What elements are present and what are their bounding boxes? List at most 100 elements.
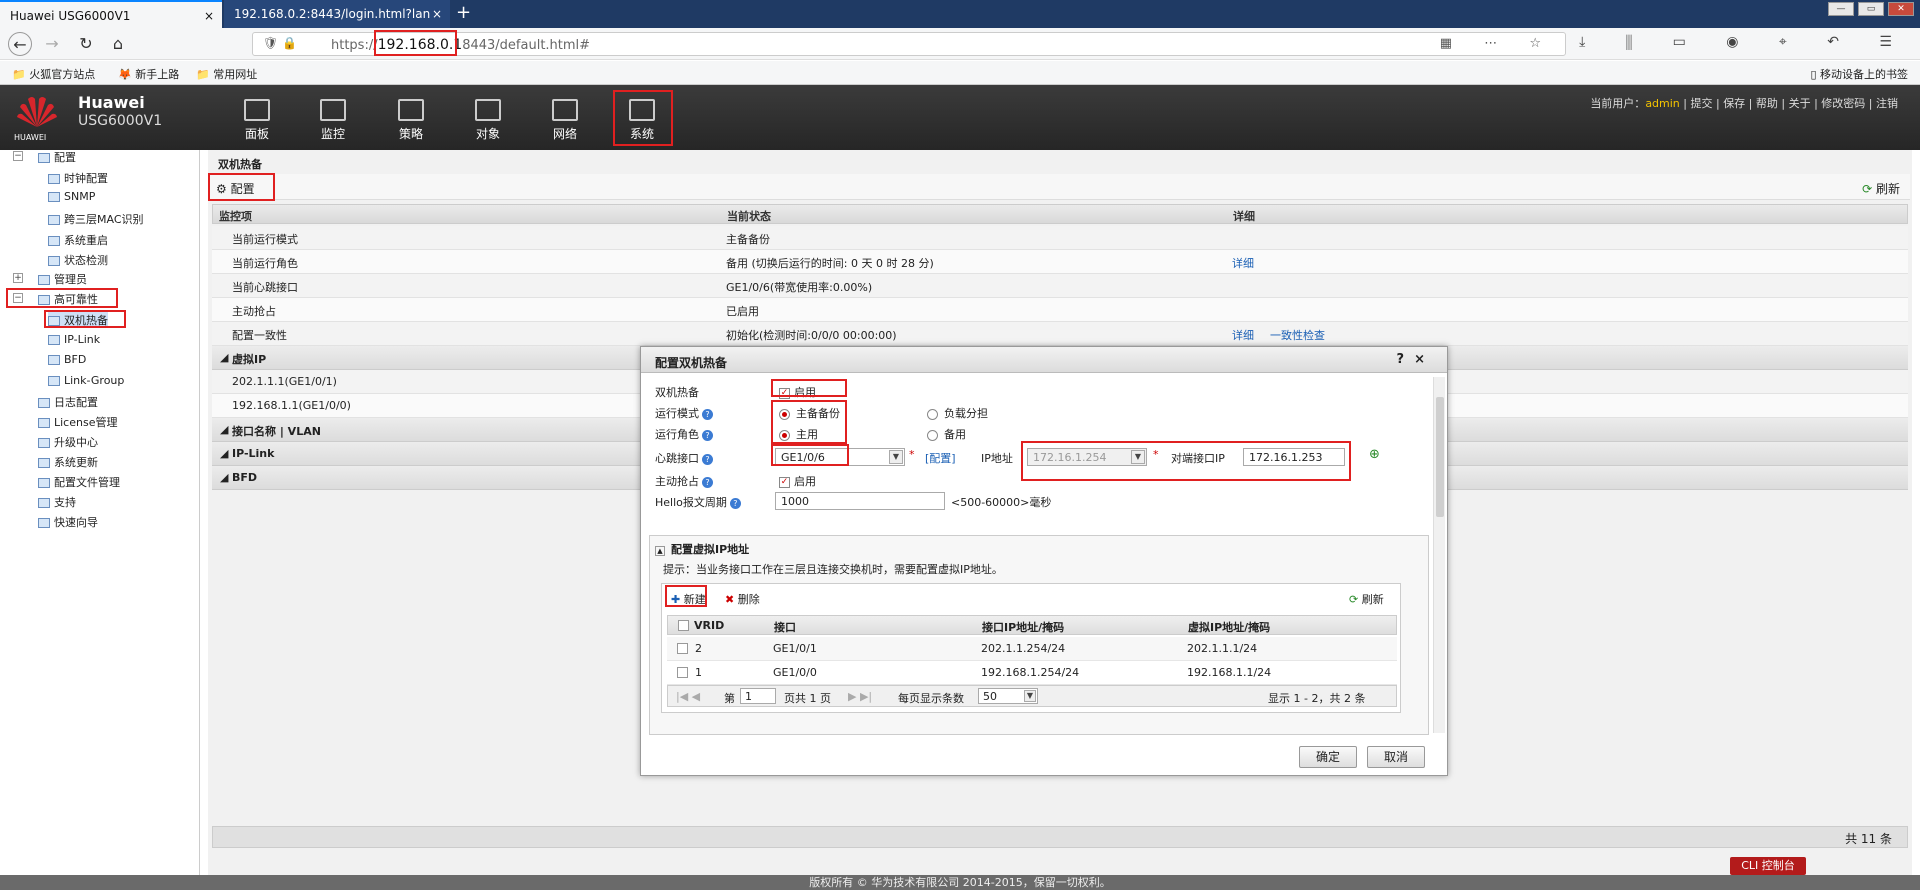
add-icon[interactable]: ⊕ [1369,447,1380,462]
menu-highlight [613,90,673,146]
detail-link[interactable]: 详细 [1232,255,1254,271]
delete-button[interactable]: ✖ 删除 [725,591,760,607]
mode-load-balance-radio[interactable]: 负载分担 [927,405,988,421]
grid-refresh-button[interactable]: ⟳ 刷新 [1349,591,1384,607]
copyright: 版权所有 © 华为技术有限公司 2014-2015，保留一切权利。 [0,875,1920,890]
first-page-icon[interactable]: |◀ ◀ [676,690,700,703]
mobile-bookmarks[interactable]: ▯ 移动设备上的书签 [1810,66,1908,82]
logout-link[interactable]: 注销 [1876,97,1898,110]
row-checkbox[interactable] [677,667,688,678]
ip-highlight [1021,441,1351,481]
hello-input[interactable]: 1000 [775,492,945,510]
cli-console-button[interactable]: CLI 控制台 [1730,857,1806,875]
sidebar-item-bfd[interactable]: BFD [48,353,86,366]
dialog-title: 配置双机热备 ?× [641,347,1447,373]
page-title: 双机热备 [218,158,262,171]
minimize-icon[interactable]: — [1828,2,1854,16]
tab-login[interactable]: 192.168.0.2:8443/login.html?lan × [224,0,450,28]
tab-title: Huawei USG6000V1 [10,9,131,23]
refresh-button[interactable]: ⟳ 刷新 [1862,180,1900,197]
menu-policy[interactable]: 策略 [381,99,441,142]
sidebar-item-wizard[interactable]: 快速向导 [38,514,98,530]
menu-object[interactable]: 对象 [458,99,518,142]
bookmark-item[interactable]: 📁 火狐官方站点 [12,66,95,82]
menu-monitor[interactable]: 监控 [303,99,363,142]
object-icon [475,99,501,121]
grid-header: VRID 接口 接口IP地址/掩码 虚拟IP地址/掩码 [667,615,1397,635]
bookmark-item[interactable]: 🦊 新手上路 [118,66,179,82]
forward-icon[interactable]: → [40,32,64,56]
sidebar-item-iplink[interactable]: IP-Link [48,333,100,346]
new-tab-button[interactable]: + [456,0,471,26]
app-header: HUAWEI Huawei USG6000V1 面板 监控 策略 对象 网络 系… [0,85,1920,150]
close-tab-icon[interactable]: × [432,0,442,28]
close-tab-icon[interactable]: × [204,2,214,28]
maximize-icon[interactable]: ▭ [1858,2,1884,16]
home-icon[interactable]: ⌂ [106,32,130,56]
help-icon[interactable]: ? [1397,352,1415,367]
help-icon: ? [729,497,741,509]
collapse-icon[interactable]: − [13,151,23,161]
save-link[interactable]: 保存 [1723,97,1745,110]
mode-role-highlight [771,400,847,444]
sidebar-item-update[interactable]: 系统更新 [38,454,98,470]
role-standby-radio[interactable]: 备用 [927,426,966,442]
sidebar-item-clock[interactable]: 时钟配置 [48,170,108,186]
sidebar-item-linkgroup[interactable]: Link-Group [48,374,124,387]
submit-link[interactable]: 提交 [1690,97,1712,110]
heartbeat-highlight [771,444,849,466]
help-icon: ? [702,476,713,488]
sidebar-item-upgrade[interactable]: 升级中心 [38,434,98,450]
back-icon[interactable]: ← [8,32,32,56]
url-actions[interactable]: ▦ ⋯ ☆ [1440,36,1555,51]
detail-link[interactable]: 详细 [1232,327,1254,343]
ok-button[interactable]: 确定 [1299,746,1357,768]
table-row[interactable]: 2 GE1/0/1 202.1.1.254/24 202.1.1.1/24 [667,637,1397,661]
preempt-checkbox[interactable]: ✓ 启用 [779,473,816,489]
change-password-link[interactable]: 修改密码 [1821,97,1865,110]
row-checkbox[interactable] [677,643,688,654]
cancel-button[interactable]: 取消 [1367,746,1425,768]
refresh-icon: ⟳ [1862,182,1873,196]
hot-standby-highlight [44,310,126,328]
dashboard-icon [244,99,270,121]
status-table-header: 监控项 当前状态 详细 [212,204,1908,224]
role-label: 运行角色? [655,426,713,442]
select-all-checkbox[interactable] [678,620,689,631]
sidebar-item-admin[interactable]: 管理员 [38,271,87,287]
sidebar-item-status[interactable]: 状态检测 [48,252,108,268]
hello-hint: <500-60000>毫秒 [951,496,1052,509]
vip-section-title[interactable]: ▲ 配置虚拟IP地址 [655,541,749,557]
sidebar-item-config[interactable]: 配置 [38,149,76,165]
page-size-select[interactable]: 50 ▼ [978,688,1038,704]
huawei-logo-icon [17,97,57,127]
sidebar-item-support[interactable]: 支持 [38,494,76,510]
tab-huawei[interactable]: Huawei USG6000V1 × [0,0,222,28]
window-close-icon[interactable]: ✕ [1888,2,1914,16]
help-link[interactable]: 帮助 [1756,97,1778,110]
dialog-scrollbar[interactable] [1433,377,1445,733]
menu-network[interactable]: 网络 [535,99,595,142]
logo-text: HUAWEI [14,133,47,142]
new-highlight [665,585,707,607]
sidebar-item-license[interactable]: License管理 [38,414,117,430]
sidebar-item-config-file[interactable]: 配置文件管理 [38,474,120,490]
sidebar-item-restart[interactable]: 系统重启 [48,232,108,248]
close-icon[interactable]: × [1414,352,1435,367]
heartbeat-config-link[interactable]: [配置] [925,450,956,466]
bookmark-item[interactable]: 📁 常用网址 [196,66,257,82]
consistency-check-link[interactable]: 一致性检查 [1270,327,1325,343]
sidebar-item-snmp[interactable]: SNMP [48,190,95,203]
sidebar-item-mac[interactable]: 跨三层MAC识别 [48,211,144,227]
policy-icon [398,99,424,121]
browser-toolbar-icons[interactable]: ⤓ ⫼ ▭ ◉ ⌖ ↶ ☰ [1579,34,1910,50]
page-input[interactable]: 1 [740,688,776,704]
table-row[interactable]: 1 GE1/0/0 192.168.1.254/24 192.168.1.1/2… [667,661,1397,685]
expand-icon[interactable]: + [13,273,23,283]
menu-dashboard[interactable]: 面板 [227,99,287,142]
pagination-bar: |◀ ◀ 第 1 页共 1 页 ▶ ▶| 每页显示条数 50 ▼ 显示 1 - 2… [667,685,1397,707]
sidebar-item-log[interactable]: 日志配置 [38,394,98,410]
reload-icon[interactable]: ↻ [74,32,98,56]
next-page-icon[interactable]: ▶ ▶| [848,690,872,703]
about-link[interactable]: 关于 [1789,97,1811,110]
